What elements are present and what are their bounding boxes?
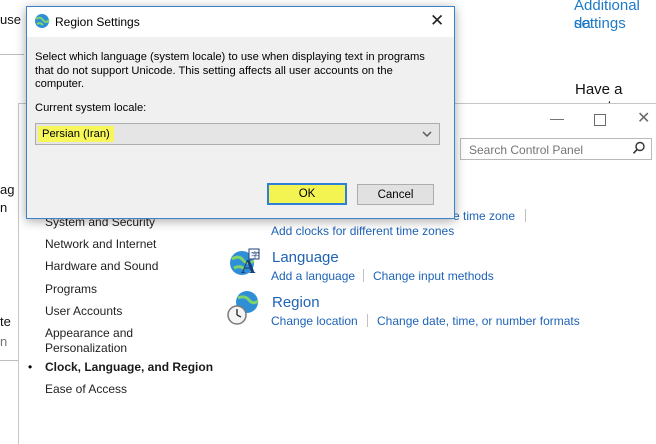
maximize-button[interactable] — [594, 114, 606, 126]
svg-text:字: 字 — [251, 250, 259, 260]
region-settings-icon — [34, 13, 50, 32]
nav-appearance-personalization[interactable]: Appearance and Personalization — [45, 326, 155, 356]
search-input[interactable] — [467, 140, 631, 160]
background-text-fragment: te — [0, 314, 11, 329]
region-settings-dialog: Region Settings ✕ Select which language … — [26, 6, 455, 219]
change-input-methods-link[interactable]: Change input methods — [373, 269, 494, 283]
system-locale-dropdown[interactable]: Persian (Iran) — [35, 123, 440, 145]
region-globe-clock-icon[interactable] — [227, 290, 261, 329]
selected-locale: Persian (Iran) — [38, 126, 114, 142]
additional-settings-link-line2[interactable]: settings — [574, 15, 626, 33]
language-icon[interactable]: A 字 — [227, 246, 261, 283]
ok-button[interactable]: OK — [267, 183, 347, 205]
change-time-zone-link[interactable]: e time zone — [453, 209, 515, 223]
current-category-bullet: • — [28, 360, 33, 374]
nav-clock-language-region[interactable]: Clock, Language, and Region — [45, 360, 213, 374]
add-clocks-link[interactable]: Add clocks for different time zones — [271, 224, 454, 238]
link-separator — [525, 209, 526, 222]
background-text-fragment: use — [0, 12, 21, 27]
divider — [0, 54, 24, 55]
dialog-title: Region Settings — [55, 15, 140, 29]
nav-ease-of-access[interactable]: Ease of Access — [45, 382, 127, 396]
add-a-language-link[interactable]: Add a language — [271, 269, 355, 283]
chevron-down-icon[interactable] — [422, 128, 432, 142]
nav-user-accounts[interactable]: User Accounts — [45, 304, 122, 318]
cancel-button[interactable]: Cancel — [357, 184, 434, 205]
nav-programs[interactable]: Programs — [45, 282, 97, 296]
close-window-button[interactable]: ✕ — [637, 108, 650, 128]
region-heading[interactable]: Region — [272, 294, 320, 311]
close-icon[interactable]: ✕ — [430, 11, 444, 31]
change-location-link[interactable]: Change location — [271, 314, 358, 328]
link-separator — [363, 269, 364, 282]
search-icon[interactable] — [632, 141, 646, 158]
dialog-description: Select which language (system locale) to… — [35, 51, 425, 90]
nav-network-internet[interactable]: Network and Internet — [45, 237, 156, 251]
background-text-fragment: n — [0, 334, 8, 349]
change-formats-link[interactable]: Change date, time, or number formats — [377, 314, 580, 328]
system-locale-label: Current system locale: — [35, 102, 147, 114]
link-separator — [367, 314, 368, 327]
nav-hardware-sound[interactable]: Hardware and Sound — [45, 259, 158, 273]
dialog-titlebar[interactable]: Region Settings ✕ — [27, 7, 454, 37]
search-box[interactable] — [460, 138, 652, 160]
language-heading[interactable]: Language — [272, 249, 339, 266]
divider — [0, 360, 18, 361]
background-text-fragment: ag — [0, 182, 15, 197]
background-text-fragment: n — [0, 200, 8, 215]
minimize-button[interactable]: — — [550, 110, 564, 126]
